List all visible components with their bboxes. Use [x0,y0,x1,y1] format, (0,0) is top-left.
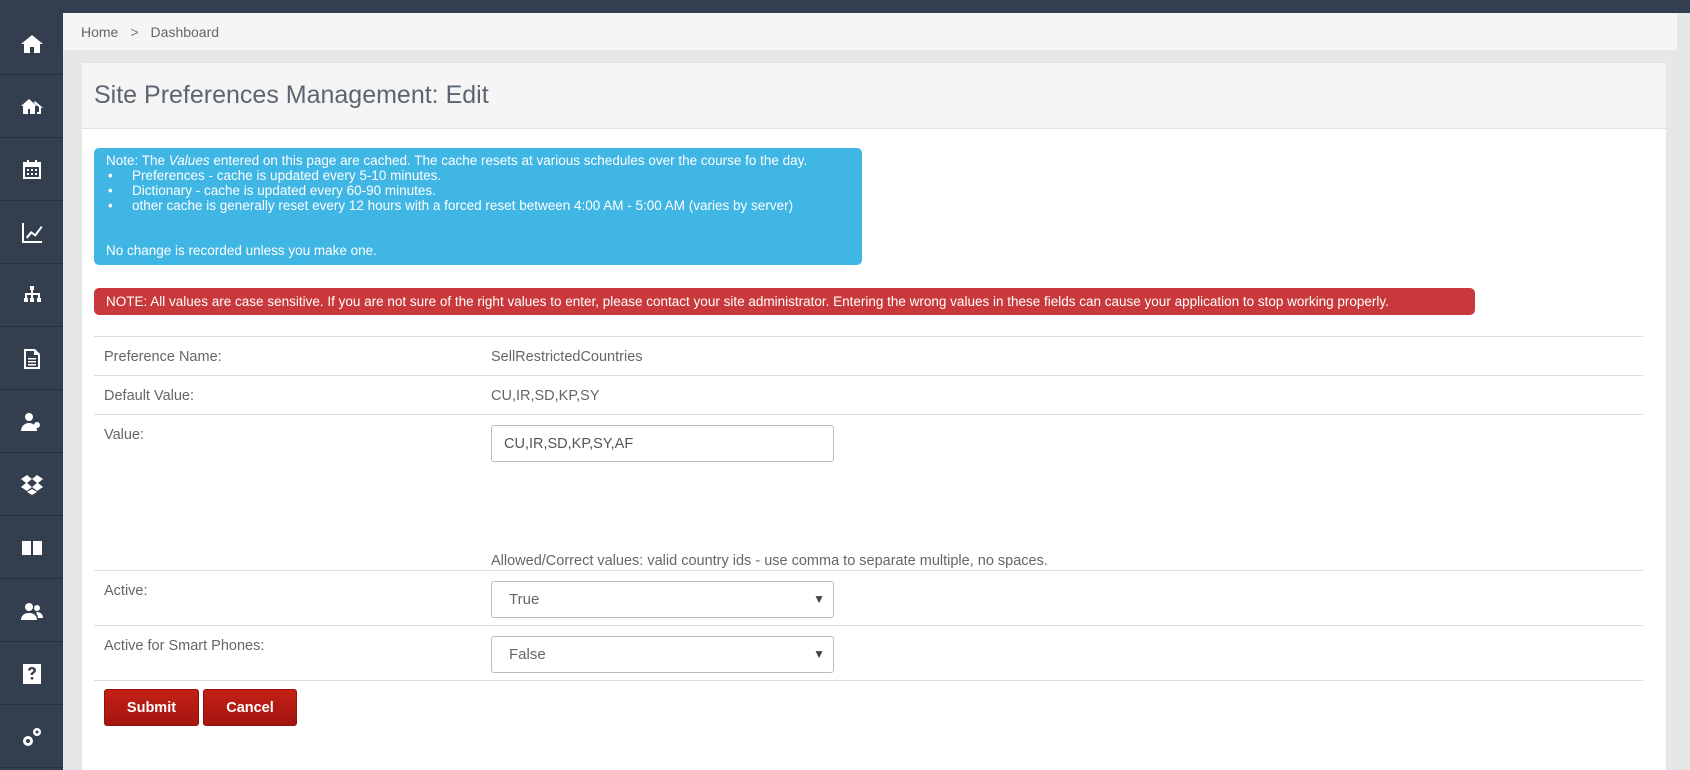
top-bar [0,0,1690,13]
edit-panel: Site Preferences Management: Edit Note: … [81,62,1667,770]
book-icon [21,540,42,555]
sidebar-item-book[interactable] [0,517,63,579]
cache-info-item: Dictionary - cache is updated every 60-9… [106,183,850,198]
preference-name-label: Preference Name: [104,349,222,365]
sidebar-item-settings[interactable] [0,706,63,768]
case-sensitive-warning: NOTE: All values are case sensitive. If … [94,288,1475,315]
default-value-value: CU,IR,SD,KP,SY [491,388,600,404]
dropdown-caret-icon: ▼ [813,647,825,661]
chart-icon [21,222,42,243]
value-label: Value: [104,427,145,443]
preference-name-value: SellRestrictedCountries [491,349,643,365]
contacts-icon [20,602,43,620]
active-selected-value: True [509,591,540,608]
dropbox-icon [20,474,43,495]
row-preference-name: Preference Name: SellRestrictedCountries [94,336,1643,375]
sidebar-item-calendar[interactable] [0,139,63,201]
sidebar-item-contacts[interactable] [0,580,63,642]
cache-info-alert: Note: The Values entered on this page ar… [94,148,862,265]
settings-icon [22,727,41,746]
sidebar-item-home[interactable] [0,13,63,75]
active-select[interactable]: True ▼ [491,581,834,618]
row-value: Value: Allowed/Correct values: valid cou… [94,414,1643,570]
document-icon [23,348,40,369]
home-icon [20,34,43,53]
value-input[interactable] [491,425,834,462]
sidebar-item-properties[interactable] [0,76,63,138]
values-emphasis: Values [168,153,210,168]
sidebar-item-chart[interactable] [0,202,63,264]
submit-button[interactable]: Submit [104,689,199,726]
sidebar-item-help[interactable] [0,643,63,705]
page-title: Site Preferences Management: Edit [94,81,489,109]
row-actions: Submit Cancel [94,680,1643,740]
breadcrumb-separator: > [130,23,139,40]
default-value-label: Default Value: [104,388,195,404]
scrollbar-track[interactable] [1677,13,1690,770]
active-label: Active: [104,583,148,599]
users-icon [20,412,40,431]
dropdown-caret-icon: ▼ [813,592,825,606]
sidebar-item-org-chart[interactable] [0,265,63,327]
sidebar-item-document[interactable] [0,328,63,390]
row-default-value: Default Value: CU,IR,SD,KP,SY [94,375,1643,414]
calendar-icon [22,159,41,179]
help-icon [22,663,41,684]
sidebar-item-users[interactable] [0,391,63,453]
cache-info-note: Note: The Values entered on this page ar… [106,153,808,168]
cache-info-footer: No change is recorded unless you make on… [106,243,377,258]
panel-header: Site Preferences Management: Edit [82,63,1666,129]
active-smart-phones-label: Active for Smart Phones: [104,638,265,654]
org-chart-icon [23,285,41,302]
breadcrumb-home-link[interactable]: Home [81,24,118,40]
cache-info-item: Preferences - cache is updated every 5-1… [106,168,850,183]
sidebar-item-dropbox[interactable] [0,454,63,516]
row-active: Active: True ▼ [94,570,1643,625]
breadcrumb: Home > Dashboard [63,13,1677,50]
cache-info-item: other cache is generally reset every 12 … [106,198,850,213]
active-smart-phones-select[interactable]: False ▼ [491,636,834,673]
properties-icon [20,98,43,114]
breadcrumb-dashboard-link[interactable]: Dashboard [151,24,220,40]
sidebar [0,0,63,770]
active-smart-phones-selected-value: False [509,646,546,663]
cancel-button[interactable]: Cancel [203,689,297,726]
cache-info-list: Preferences - cache is updated every 5-1… [106,168,850,213]
row-active-smart-phones: Active for Smart Phones: False ▼ [94,625,1643,680]
allowed-values-hint: Allowed/Correct values: valid country id… [491,553,1048,569]
preference-form: Preference Name: SellRestrictedCountries… [94,336,1643,740]
